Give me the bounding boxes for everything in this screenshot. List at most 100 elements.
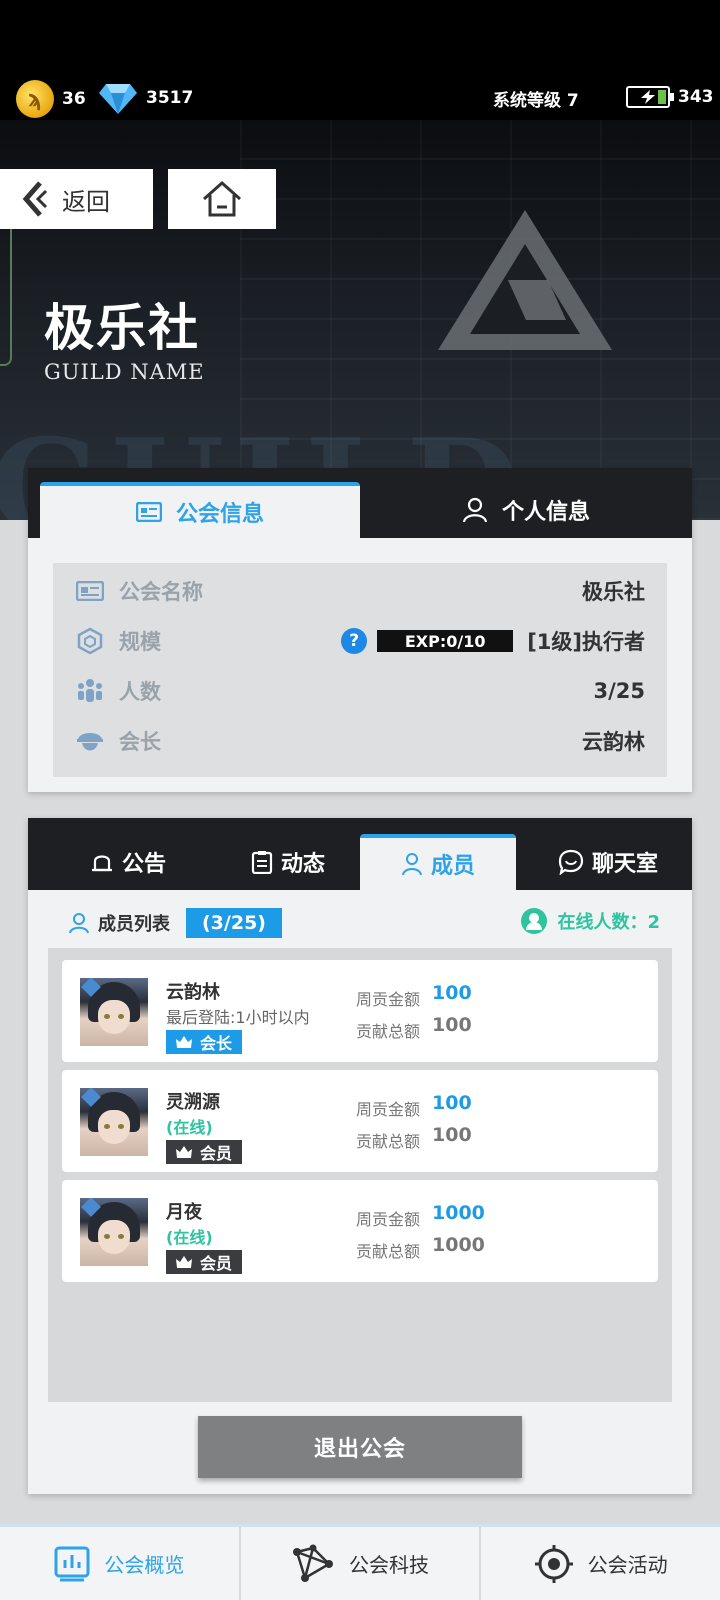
nav-guild-overview[interactable]: 公会概览 xyxy=(0,1527,241,1600)
info-value-count: 3/25 xyxy=(593,679,645,703)
role-label: 会员 xyxy=(200,1144,233,1163)
weekly-value: 100 xyxy=(432,982,472,1004)
total-value: 1000 xyxy=(432,1234,485,1256)
info-value-scale: [1级]执行者 xyxy=(527,630,645,654)
members-card: 公告 动态 成员 聊天室 成员列表 (3/25) 在线人数：2 云韵林 最后登陆… xyxy=(28,818,692,1494)
nav-guild-events-label: 公会活动 xyxy=(587,1553,668,1577)
total-value: 100 xyxy=(432,1014,472,1036)
online-count: 在线人数：2 xyxy=(521,908,660,934)
info-value-name: 极乐社 xyxy=(582,580,645,604)
role-label: 会长 xyxy=(200,1034,233,1053)
leave-guild-button[interactable]: 退出公会 xyxy=(198,1416,522,1478)
id-card-icon xyxy=(75,576,105,606)
system-level: 系统等级 7 xyxy=(493,91,579,111)
weekly-label: 周贡金额 xyxy=(356,990,421,1009)
id-card-icon xyxy=(135,502,162,522)
guild-info-card: 公会信息 个人信息 公会名称 极乐社 规模 ? EXP:0/10 [1级]执行者… xyxy=(28,468,692,792)
crown-icon xyxy=(176,1256,192,1268)
chart-icon xyxy=(54,1546,90,1581)
coin-icon: ϡ xyxy=(16,80,54,118)
energy-value: 343 xyxy=(678,87,714,107)
total-label: 贡献总额 xyxy=(356,1022,421,1041)
bottom-nav: 公会概览 公会科技 公会活动 xyxy=(0,1524,720,1600)
info-value-leader: 云韵林 xyxy=(582,730,645,754)
member-row[interactable]: 灵溯源 (在线) 会员 周贡金额 100 贡献总额 100 xyxy=(62,1070,658,1172)
member-row[interactable]: 云韵林 最后登陆:1小时以内 会长 周贡金额 100 贡献总额 100 xyxy=(62,960,658,1062)
home-button[interactable] xyxy=(168,169,276,229)
clipboard-icon xyxy=(251,851,273,874)
tab-announcement[interactable]: 公告 xyxy=(58,834,198,890)
online-count-label: 在线人数：2 xyxy=(557,912,660,933)
user-icon xyxy=(462,497,488,523)
member-list-header: 成员列表 (3/25) xyxy=(68,908,282,938)
leader-icon xyxy=(75,726,105,756)
tab-chatroom-label: 聊天室 xyxy=(591,852,658,877)
nav-guild-events[interactable]: 公会活动 xyxy=(481,1527,720,1600)
member-status: 最后登陆:1小时以内 xyxy=(166,1008,310,1027)
crown-icon xyxy=(176,1146,192,1158)
info-row-count: 人数 3/25 xyxy=(53,666,667,716)
crown-icon xyxy=(176,1036,192,1048)
member-status: (在线) xyxy=(166,1118,213,1137)
tab-guild-info[interactable]: 公会信息 xyxy=(40,482,360,538)
info-row-leader: 会长 云韵林 xyxy=(53,716,667,766)
diamond-value: 3517 xyxy=(146,88,194,108)
online-user-icon xyxy=(521,908,548,934)
member-name: 灵溯源 xyxy=(166,1092,220,1113)
back-label: 返回 xyxy=(62,187,110,216)
help-icon[interactable]: ? xyxy=(341,628,368,654)
member-list-label: 成员列表 xyxy=(98,914,170,935)
tab-members[interactable]: 成员 xyxy=(360,834,516,890)
member-count-badge: (3/25) xyxy=(186,908,282,938)
member-row[interactable]: 月夜 (在线) 会员 周贡金额 1000 贡献总额 1000 xyxy=(62,1180,658,1282)
tab-chatroom[interactable]: 聊天室 xyxy=(528,834,688,890)
info-row-name: 公会名称 极乐社 xyxy=(53,566,667,616)
weekly-value: 1000 xyxy=(432,1202,485,1224)
bell-icon xyxy=(91,855,112,872)
avatar[interactable] xyxy=(80,978,148,1046)
avatar[interactable] xyxy=(80,1088,148,1156)
tab-guild-info-label: 公会信息 xyxy=(175,502,264,527)
coin-value: 36 xyxy=(62,89,86,109)
role-label: 会员 xyxy=(200,1254,233,1273)
guild-logo-icon xyxy=(438,210,612,350)
user-icon xyxy=(69,913,89,934)
guild-subtitle: GUILD NAME xyxy=(44,360,205,384)
nav-guild-tech[interactable]: 公会科技 xyxy=(241,1527,482,1600)
tab-announcement-label: 公告 xyxy=(121,852,166,877)
chevron-left-icon xyxy=(22,181,48,217)
back-button[interactable]: 返回 xyxy=(0,169,153,229)
info-label-scale: 规模 xyxy=(119,630,161,654)
energy-counter[interactable]: 343 xyxy=(626,86,714,108)
weekly-label: 周贡金额 xyxy=(356,1210,421,1229)
cube-icon xyxy=(75,626,105,656)
target-icon xyxy=(534,1544,573,1583)
side-drawer-handle[interactable] xyxy=(0,206,12,366)
member-name: 月夜 xyxy=(166,1202,202,1223)
network-icon xyxy=(293,1544,333,1582)
tab-personal-info-label: 个人信息 xyxy=(501,500,590,525)
member-list[interactable]: 云韵林 最后登陆:1小时以内 会长 周贡金额 100 贡献总额 100 灵溯源 … xyxy=(48,948,672,1402)
total-value: 100 xyxy=(432,1124,472,1146)
diamond-icon xyxy=(99,84,137,114)
battery-icon xyxy=(626,86,674,108)
tab-activity[interactable]: 动态 xyxy=(218,834,358,890)
info-row-scale: 规模 ? EXP:0/10 [1级]执行者 xyxy=(53,616,667,666)
member-status: (在线) xyxy=(166,1228,213,1247)
info-label-leader: 会长 xyxy=(119,730,161,754)
home-icon xyxy=(203,180,241,217)
nav-guild-tech-label: 公会科技 xyxy=(349,1553,429,1577)
tab-activity-label: 动态 xyxy=(280,852,325,877)
info-label-name: 公会名称 xyxy=(119,580,203,604)
weekly-value: 100 xyxy=(432,1092,472,1114)
info-tabs: 公会信息 个人信息 xyxy=(28,468,692,538)
scale-detail: ? EXP:0/10 [1级]执行者 xyxy=(341,626,645,656)
avatar[interactable] xyxy=(80,1198,148,1266)
coin-counter[interactable]: ϡ 36 xyxy=(16,80,86,118)
diamond-counter[interactable]: 3517 xyxy=(98,80,193,116)
role-badge: 会员 xyxy=(166,1250,243,1274)
tab-personal-info[interactable]: 个人信息 xyxy=(360,482,692,538)
guild-info-box: 公会名称 极乐社 规模 ? EXP:0/10 [1级]执行者 人数 3/25 会… xyxy=(53,563,667,777)
chat-icon xyxy=(558,849,584,875)
exp-bar: EXP:0/10 xyxy=(377,630,514,652)
